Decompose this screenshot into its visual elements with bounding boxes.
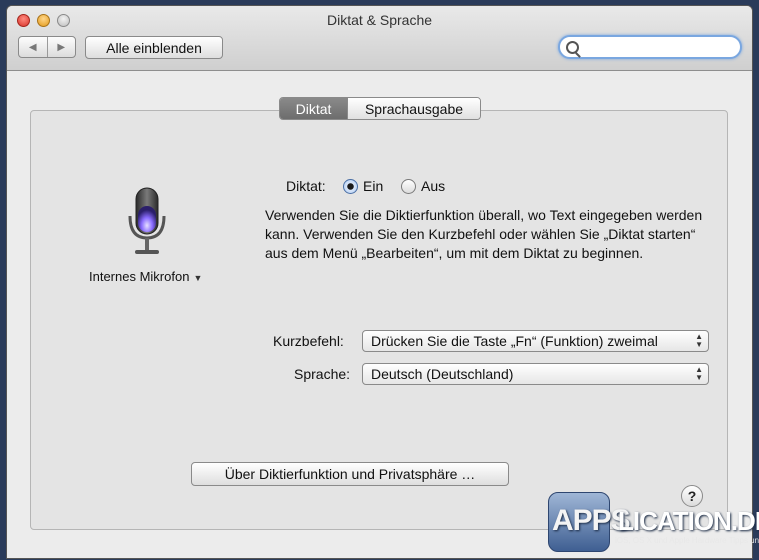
show-all-button[interactable]: Alle einblenden — [85, 36, 223, 59]
about-dictation-privacy-button[interactable]: Über Diktierfunktion und Privatsphäre … — [191, 462, 509, 486]
window-title: Diktat & Sprache — [326, 12, 433, 28]
language-value: Deutsch (Deutschland) — [371, 366, 514, 382]
shortcut-popup[interactable]: Drücken Sie die Taste „Fn“ (Funktion) zw… — [362, 330, 709, 352]
language-label: Sprache: — [294, 366, 351, 382]
shortcut-value: Drücken Sie die Taste „Fn“ (Funktion) zw… — [371, 333, 658, 349]
microphone-icon — [128, 187, 166, 254]
watermark-domain-text: LICATION.DE — [618, 506, 759, 536]
shortcut-label: Kurzbefehl: — [273, 333, 344, 349]
search-icon — [566, 41, 579, 54]
dictation-description: Verwenden Sie die Diktierfunktion überal… — [265, 207, 703, 261]
dictation-label: Diktat: — [286, 178, 326, 194]
title-bar: Diktat & Sprache ◀ ▶ Alle einblenden — [7, 6, 752, 71]
back-forward-control: ◀ ▶ — [18, 36, 76, 58]
chevron-down-icon: ▼ — [193, 273, 203, 283]
up-down-arrows-icon: ▲ ▼ — [695, 365, 703, 382]
tab-bar: Diktat Sprachausgabe — [279, 97, 481, 120]
appslication-watermark: APPS LICATION.DE iOS, OS X und Apple Har… — [548, 492, 759, 554]
microphone-selector[interactable]: Internes Mikrofon ▼ — [89, 269, 202, 284]
tab-diktat[interactable]: Diktat — [280, 98, 347, 119]
preferences-window: Diktat & Sprache ◀ ▶ Alle einblenden Dik… — [7, 6, 752, 558]
back-arrow-icon[interactable]: ◀ — [19, 37, 47, 57]
language-popup[interactable]: Deutsch (Deutschland) ▲ ▼ — [362, 363, 709, 385]
dictation-off-radio[interactable] — [401, 179, 416, 194]
dictation-off-label[interactable]: Aus — [421, 178, 445, 194]
watermark-tagline: iOS, OS X und Apple Hardware Tipps und T… — [615, 536, 759, 545]
up-down-arrows-icon: ▲ ▼ — [695, 332, 703, 349]
microphone-label: Internes Mikrofon — [89, 269, 190, 284]
tab-sprachausgabe[interactable]: Sprachausgabe — [347, 98, 480, 119]
forward-arrow-icon[interactable]: ▶ — [46, 37, 76, 57]
search-input[interactable] — [558, 35, 742, 59]
dictation-on-label[interactable]: Ein — [363, 178, 383, 194]
dictation-on-radio[interactable] — [343, 179, 358, 194]
